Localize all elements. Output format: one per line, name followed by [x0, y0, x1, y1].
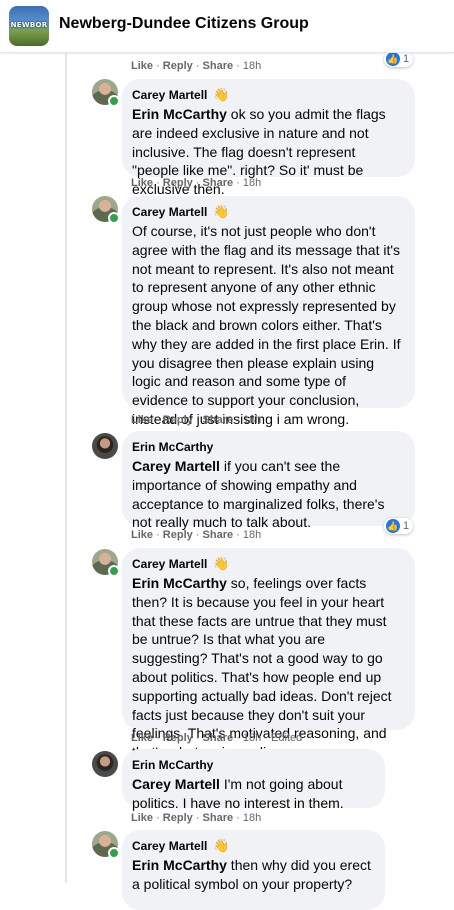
comment-text: Of course, it's not just people who don'… [132, 222, 403, 429]
reaction-number: 1 [403, 520, 410, 532]
comment-bubble: Erin McCarthy Carey Martell if you can't… [122, 431, 415, 530]
comment-text: Carey Martell I'm not going about politi… [132, 775, 373, 813]
like-link[interactable]: Like [131, 812, 153, 824]
comment-time[interactable]: 18h [243, 812, 261, 824]
comment-actions: Like · Reply · Share · 18h [131, 529, 262, 541]
like-link[interactable]: Like [131, 414, 153, 426]
comment-bubble: Carey Martell 👋 Erin McCarthy so, feeling… [122, 548, 415, 760]
mention-link[interactable]: Erin McCarthy [132, 575, 227, 591]
group-header: NEWBOR Newberg-Dundee Citizens Group [0, 0, 454, 53]
reaction-count[interactable]: 👍 1 [384, 518, 414, 534]
share-link[interactable]: Share [203, 529, 234, 541]
comment-actions: Like · Reply · Share · 18h [131, 177, 262, 189]
comment-actions: Like · Reply · Share · 18h [131, 414, 262, 426]
mention-link[interactable]: Erin McCarthy [132, 106, 227, 122]
online-indicator [108, 565, 120, 577]
avatar[interactable] [92, 433, 118, 459]
like-link[interactable]: Like [131, 732, 153, 744]
share-link[interactable]: Share [203, 812, 234, 824]
comment-author[interactable]: Carey Martell [132, 556, 207, 572]
like-link[interactable]: Like [131, 529, 153, 541]
comment-bubble: Carey Martell 👋 Erin McCarthy then why di… [122, 830, 385, 910]
mention-link[interactable]: Carey Martell [132, 458, 220, 474]
comment-time[interactable]: 18h [243, 529, 261, 541]
share-link[interactable]: Share [203, 414, 234, 426]
reaction-count[interactable]: 👍 1 [384, 51, 414, 67]
reply-link[interactable]: Reply [163, 812, 193, 824]
share-link[interactable]: Share [203, 732, 234, 744]
share-link[interactable]: Share [203, 60, 234, 72]
like-reaction-icon: 👍 [386, 519, 400, 533]
like-link[interactable]: Like [131, 177, 153, 189]
reply-link[interactable]: Reply [163, 529, 193, 541]
group-logo-text: NEWBOR [10, 21, 48, 29]
group-logo[interactable]: NEWBOR [9, 6, 49, 46]
reaction-number: 1 [403, 53, 410, 65]
reply-link[interactable]: Reply [163, 414, 193, 426]
reply-link[interactable]: Reply [163, 60, 193, 72]
comment-time[interactable]: 18h [243, 414, 261, 426]
online-indicator [108, 95, 120, 107]
mention-link[interactable]: Erin McCarthy [132, 857, 227, 873]
thread-line [65, 52, 67, 883]
comment-text: Carey Martell if you can't see the impor… [132, 457, 403, 532]
top-fan-badge-icon: 👋 [213, 556, 230, 571]
avatar[interactable] [92, 751, 118, 777]
reply-link[interactable]: Reply [163, 732, 193, 744]
top-fan-badge-icon: 👋 [213, 87, 230, 102]
comment-body: Of course, it's not just people who don'… [132, 223, 401, 427]
share-link[interactable]: Share [203, 177, 234, 189]
comment-actions: Like · Reply · Share · 18h [131, 812, 262, 824]
comment-author[interactable]: Erin McCarthy [132, 757, 213, 773]
comment-author[interactable]: Erin McCarthy [132, 439, 213, 455]
comment-bubble: Carey Martell 👋 Erin McCarthy ok so you a… [122, 79, 415, 197]
comment-time[interactable]: 18h [243, 60, 261, 72]
top-fan-badge-icon: 👋 [213, 204, 230, 219]
mention-link[interactable]: Carey Martell [132, 776, 220, 792]
top-fan-badge-icon: 👋 [213, 838, 230, 853]
comment-bubble: Erin McCarthy Carey Martell I'm not goin… [122, 749, 385, 811]
like-link[interactable]: Like [131, 60, 153, 72]
comment-actions: Like · Reply · Share · 18h · Edited [131, 732, 303, 744]
like-reaction-icon: 👍 [386, 52, 400, 66]
online-indicator [108, 847, 120, 859]
comment-time[interactable]: 18h [243, 732, 261, 744]
comment-bubble: Carey Martell 👋 Of course, it's not just … [122, 196, 415, 427]
comment-actions: Like · Reply · Share · 18h [131, 60, 262, 72]
comment-time[interactable]: 18h [243, 177, 261, 189]
comment-author[interactable]: Carey Martell [132, 204, 207, 220]
reply-link[interactable]: Reply [163, 177, 193, 189]
online-indicator [108, 212, 120, 224]
group-name[interactable]: Newberg-Dundee Citizens Group [59, 15, 309, 33]
comment-author[interactable]: Carey Martell [132, 838, 207, 854]
comment-author[interactable]: Carey Martell [132, 87, 207, 103]
comment-text: Erin McCarthy then why did you erect a p… [132, 856, 373, 894]
edited-label: Edited [271, 732, 303, 744]
